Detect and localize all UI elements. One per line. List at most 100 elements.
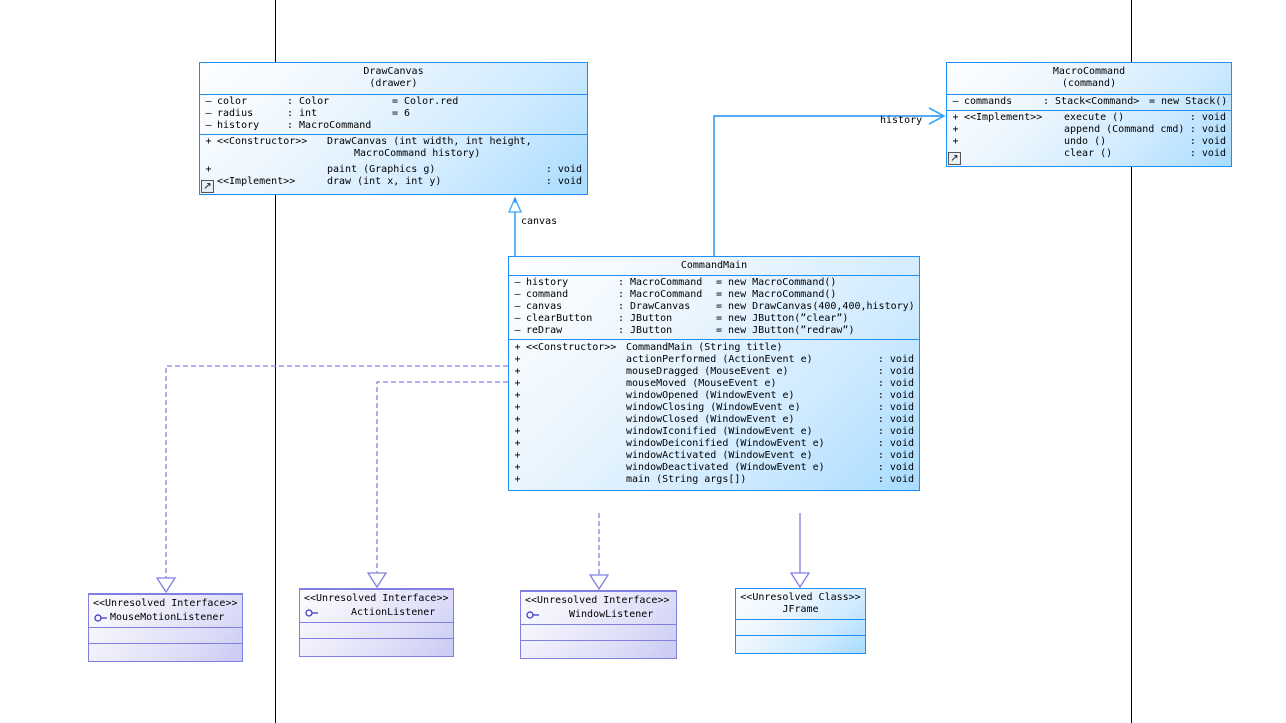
operation-row[interactable]: + mouseDragged (MouseEvent e) : void — [509, 366, 919, 378]
visibility-marker: – — [514, 325, 521, 336]
operation-signature: execute () — [1064, 112, 1125, 123]
operation-row[interactable]: MacroCommand history) — [200, 148, 587, 160]
operation-signature: windowClosed (WindowEvent e) — [626, 414, 795, 425]
diagram-canvas[interactable]: MacroCommand (solid, open arrow right) -… — [0, 0, 1286, 723]
operation-return: : void — [877, 438, 914, 449]
operation-stereotype: <<Implement>> — [964, 112, 1043, 123]
interface-lollipop-icon — [304, 608, 321, 618]
attribute-row[interactable]: – reDraw : JButton = new JButton(”redraw… — [509, 325, 919, 337]
operation-row[interactable]: + windowDeactivated (WindowEvent e) : vo… — [509, 462, 919, 474]
attribute-type: : DrawCanvas — [618, 301, 691, 312]
class-name: CommandMain — [680, 260, 748, 271]
operation-compartment-drawcanvas: + <<Constructor>> DrawCanvas (int width,… — [200, 134, 587, 194]
class-box-actionlistener[interactable]: <<Unresolved Interface>> ActionListener — [299, 588, 454, 657]
operation-row[interactable]: clear () : void — [947, 148, 1231, 160]
empty-attribute-compartment — [300, 622, 453, 638]
attribute-row[interactable]: – history : MacroCommand — [200, 120, 587, 132]
expand-arrow-icon[interactable]: ↗ — [201, 180, 214, 193]
operation-row[interactable]: + windowOpened (WindowEvent e) : void — [509, 390, 919, 402]
operation-signature: draw (int x, int y) — [327, 176, 442, 187]
operation-signature: DrawCanvas (int width, int height, — [327, 136, 532, 147]
stereotype-label: <<Unresolved Interface>> — [93, 598, 238, 609]
attribute-row[interactable]: – radius : int = 6 — [200, 108, 587, 120]
expand-arrow-icon[interactable]: ↗ — [948, 152, 961, 165]
class-subtitle: (command) — [1061, 78, 1117, 89]
attribute-type: : int — [287, 108, 318, 119]
operation-row[interactable]: + windowActivated (WindowEvent e) : void — [509, 450, 919, 462]
attribute-type: : JButton — [618, 325, 673, 336]
empty-operation-compartment — [300, 638, 453, 656]
stub-header-mousemotionlistener: <<Unresolved Interface>> MouseMotionList… — [89, 594, 242, 627]
class-box-mousemotionlistener[interactable]: <<Unresolved Interface>> MouseMotionList… — [88, 593, 243, 662]
interface-lollipop-icon — [93, 613, 110, 623]
operation-signature: windowActivated (WindowEvent e) — [626, 450, 813, 461]
class-box-windowlistener[interactable]: <<Unresolved Interface>> WindowListener — [520, 590, 677, 659]
attribute-row[interactable]: – command : MacroCommand = new MacroComm… — [509, 289, 919, 301]
class-header-drawcanvas: DrawCanvas (drawer) — [200, 63, 587, 94]
class-box-drawcanvas[interactable]: DrawCanvas (drawer) – color : Color = Co… — [199, 62, 588, 195]
attribute-name: history — [526, 277, 569, 288]
visibility-marker: + — [952, 136, 959, 147]
operation-row[interactable]: + <<Constructor>> DrawCanvas (int width,… — [200, 136, 587, 148]
operation-row[interactable]: + <<Constructor>> CommandMain (String ti… — [509, 342, 919, 354]
stub-name: JFrame — [782, 604, 819, 615]
operation-row[interactable]: + paint (Graphics g) : void — [200, 164, 587, 176]
attribute-type: : Stack<Command> — [1043, 96, 1140, 107]
operation-return: : void — [877, 366, 914, 377]
stub-name-row: WindowListener — [525, 609, 672, 621]
operation-row[interactable]: <<Implement>> draw (int x, int y) : void — [200, 176, 587, 188]
operation-return: : void — [877, 354, 914, 365]
interface-lollipop-icon — [525, 610, 542, 620]
operation-stereotype: <<Constructor>> — [526, 342, 617, 353]
class-box-jframe[interactable]: <<Unresolved Class>> JFrame — [735, 588, 866, 654]
visibility-marker: + — [514, 414, 521, 425]
attribute-row[interactable]: – canvas : DrawCanvas = new DrawCanvas(4… — [509, 301, 919, 313]
attribute-compartment-drawcanvas: – color : Color = Color.red – radius : i… — [200, 94, 587, 134]
visibility-marker: + — [514, 366, 521, 377]
operation-return: : void — [1189, 136, 1226, 147]
attribute-row[interactable]: – history : MacroCommand = new MacroComm… — [509, 277, 919, 289]
attribute-default: = new DrawCanvas(400,400,history) — [716, 301, 915, 312]
visibility-marker: – — [514, 277, 521, 288]
operation-return: : void — [877, 378, 914, 389]
operation-signature: actionPerformed (ActionEvent e) — [626, 354, 813, 365]
stereotype-label: <<Unresolved Interface>> — [304, 593, 449, 604]
operation-row[interactable]: + mouseMoved (MouseEvent e) : void — [509, 378, 919, 390]
operation-return: : void — [877, 426, 914, 437]
operation-signature: windowDeactivated (WindowEvent e) — [626, 462, 825, 473]
visibility-marker: – — [205, 96, 212, 107]
realization-commandmain-mousemotionlistener — [155, 365, 508, 594]
attribute-name: canvas — [526, 301, 563, 312]
operation-row[interactable]: + windowIconified (WindowEvent e) : void — [509, 426, 919, 438]
operation-return: : void — [1189, 112, 1226, 123]
empty-operation-compartment — [521, 640, 676, 658]
visibility-marker: + — [952, 124, 959, 135]
operation-row[interactable]: + actionPerformed (ActionEvent e) : void — [509, 354, 919, 366]
operation-row[interactable]: + windowClosed (WindowEvent e) : void — [509, 414, 919, 426]
attribute-name: clearButton — [526, 313, 593, 324]
attribute-type: : JButton — [618, 313, 673, 324]
attribute-row[interactable]: – clearButton : JButton = new JButton(”c… — [509, 313, 919, 325]
generalization-commandmain-jframe — [789, 513, 811, 589]
attribute-type: : MacroCommand — [618, 277, 703, 288]
attribute-type: : Color — [287, 96, 330, 107]
operation-row[interactable]: + append (Command cmd) : void — [947, 124, 1231, 136]
visibility-marker: + — [514, 474, 521, 485]
attribute-default: = 6 — [392, 108, 411, 119]
visibility-marker: + — [952, 112, 959, 123]
operation-row[interactable]: + main (String args[]) : void — [509, 474, 919, 486]
attribute-row[interactable]: – commands : Stack<Command> = new Stack(… — [947, 96, 1231, 108]
empty-operation-compartment — [89, 643, 242, 661]
operation-row[interactable]: + windowDeiconified (WindowEvent e) : vo… — [509, 438, 919, 450]
operation-row[interactable]: + undo () : void — [947, 136, 1231, 148]
class-box-macrocommand[interactable]: MacroCommand (command) – commands : Stac… — [946, 62, 1232, 167]
operation-return: : void — [545, 176, 582, 187]
class-box-commandmain[interactable]: CommandMain – history : MacroCommand = n… — [508, 256, 920, 491]
visibility-marker: + — [514, 342, 521, 353]
stub-name-row: ActionListener — [304, 607, 449, 619]
operation-signature: undo () — [1064, 136, 1107, 147]
attribute-row[interactable]: – color : Color = Color.red — [200, 96, 587, 108]
operation-row[interactable]: + <<Implement>> execute () : void — [947, 112, 1231, 124]
attribute-name: commands — [964, 96, 1013, 107]
operation-row[interactable]: + windowClosing (WindowEvent e) : void — [509, 402, 919, 414]
